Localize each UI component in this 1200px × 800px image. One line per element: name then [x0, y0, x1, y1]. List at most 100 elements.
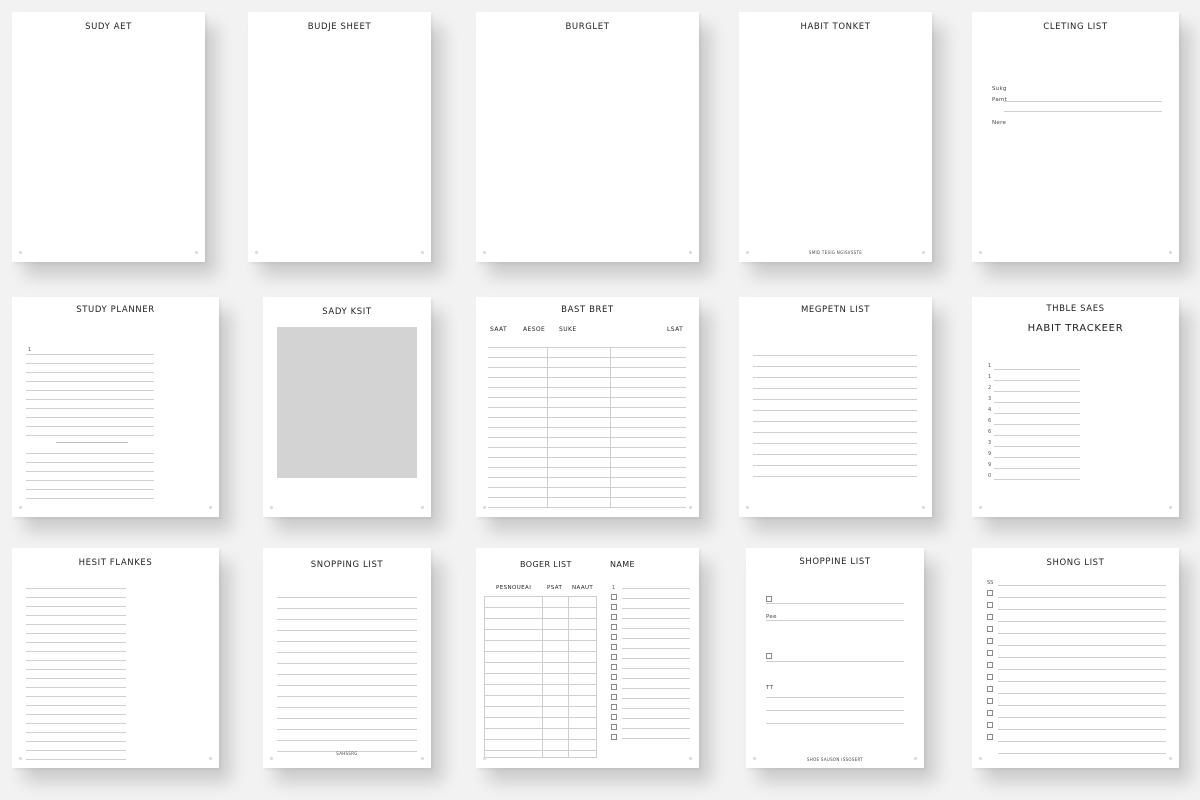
- sheet-footer: SMID TESIG NGISVSSTE: [808, 250, 863, 255]
- ruled-lines: [26, 354, 154, 436]
- sheet-title: HESIT FLANKES: [78, 558, 153, 568]
- checkbox[interactable]: [611, 674, 617, 680]
- checkbox[interactable]: [987, 674, 993, 680]
- corner-mark: [922, 251, 925, 254]
- row-number: 1: [988, 363, 992, 369]
- sheet-snopping-list[interactable]: SNOPPING LIST SAHSSRG: [263, 548, 431, 768]
- sheet-title: SHONG LIST: [1046, 558, 1105, 568]
- row-number: 9: [988, 451, 992, 457]
- sheet-title: SADY KSIT: [322, 307, 372, 317]
- sheet-study-planner[interactable]: STUDY PLANNER 1: [12, 297, 219, 517]
- column-header: SUKE: [559, 326, 577, 333]
- sheet-title: CLETING LIST: [1043, 22, 1108, 32]
- checkbox[interactable]: [611, 634, 617, 640]
- corner-mark: [421, 757, 424, 760]
- field-label: Nere: [992, 120, 1007, 126]
- checkbox[interactable]: [611, 604, 617, 610]
- checkbox[interactable]: [987, 710, 993, 716]
- photo-placeholder: [277, 327, 417, 478]
- checkbox[interactable]: [611, 614, 617, 620]
- checkbox[interactable]: [611, 664, 617, 670]
- checkbox[interactable]: [611, 734, 617, 740]
- checkbox[interactable]: [987, 650, 993, 656]
- field-label: Sukg: [992, 86, 1007, 92]
- row-number: 3: [988, 440, 992, 446]
- column-header: LSAT: [667, 326, 684, 333]
- checkbox[interactable]: [611, 694, 617, 700]
- sheet-habit-trackeer[interactable]: THBLE SAES HABIT TRACKEER 1 1 2 3 4 6 6 …: [972, 297, 1179, 517]
- sheet-title: BUDJE SHEET: [307, 22, 372, 32]
- sheet-shoppine-list[interactable]: SHOPPINE LIST Pee TT SHOE SAUSON ISSOSER…: [746, 548, 924, 768]
- corner-mark: [746, 506, 749, 509]
- checkbox[interactable]: [611, 684, 617, 690]
- sheet-cleting-list[interactable]: CLETING LIST Sukg Pamt Nere: [972, 12, 1179, 262]
- sheet-bast-bret[interactable]: BAST BRET SAAT AESOE SUKE LSAT: [476, 297, 699, 517]
- sheet-title: MEGPETN LIST: [800, 305, 871, 315]
- sheet-boger-list[interactable]: BOGER LIST NAME PESNOUEAI PSAT NAAUT 1: [476, 548, 699, 768]
- sheet-footer: SAHSSRG: [336, 751, 358, 756]
- checkbox[interactable]: [611, 594, 617, 600]
- sheet-burglet[interactable]: BURGLET: [476, 12, 699, 262]
- checklist-lines: [998, 585, 1166, 754]
- corner-mark: [19, 251, 22, 254]
- corner-mark: [19, 506, 22, 509]
- checkbox[interactable]: [611, 654, 617, 660]
- checkbox[interactable]: [987, 602, 993, 608]
- checkbox[interactable]: [987, 662, 993, 668]
- checkbox[interactable]: [611, 624, 617, 630]
- field-lines: [766, 697, 904, 724]
- checkbox[interactable]: [766, 596, 772, 602]
- corner-mark: [753, 757, 756, 760]
- row-number: 0: [988, 473, 992, 479]
- corner-mark: [483, 506, 486, 509]
- checkbox[interactable]: [611, 714, 617, 720]
- corner-mark: [689, 251, 692, 254]
- ruled-lines: [26, 588, 126, 760]
- checkbox[interactable]: [987, 698, 993, 704]
- corner-mark: [483, 251, 486, 254]
- checkbox[interactable]: [611, 724, 617, 730]
- checkbox[interactable]: [611, 644, 617, 650]
- sheet-budje-sheet[interactable]: BUDJE SHEET: [248, 12, 431, 262]
- sheet-sady-ksit[interactable]: SADY KSIT: [263, 297, 431, 517]
- row-number: 9: [988, 462, 992, 468]
- field-line: [766, 620, 904, 621]
- sheet-shong-list[interactable]: SHONG LIST SS: [972, 548, 1179, 768]
- list-marker: 1: [612, 585, 616, 591]
- checkbox[interactable]: [987, 626, 993, 632]
- corner-mark: [195, 251, 198, 254]
- checkbox[interactable]: [987, 686, 993, 692]
- sheet-title: SUDY AET: [85, 22, 132, 32]
- sheet-hesit-flankes[interactable]: HESIT FLANKES: [12, 548, 219, 768]
- corner-mark: [255, 251, 258, 254]
- row-number: 6: [988, 429, 992, 435]
- sheet-footer: SHOE SAUSON ISSOSERT: [806, 757, 864, 762]
- checkbox[interactable]: [987, 614, 993, 620]
- ruled-lines: [277, 597, 417, 752]
- sheet-habit-tonket[interactable]: HABIT TONKET SMID TESIG NGISVSSTE: [739, 12, 932, 262]
- sheet-megpetn-list[interactable]: MEGPETN LIST: [739, 297, 932, 517]
- corner-mark: [922, 506, 925, 509]
- sheet-title-right: NAME: [610, 560, 636, 569]
- checkbox[interactable]: [987, 734, 993, 740]
- column-header: SAAT: [490, 326, 508, 333]
- checklist-lines: [622, 588, 690, 739]
- column-header: PESNOUEAI: [496, 585, 532, 591]
- corner-mark: [483, 757, 486, 760]
- ruled-lines: [994, 369, 1080, 480]
- column-header: PSAT: [547, 585, 563, 591]
- corner-mark: [270, 757, 273, 760]
- corner-mark: [689, 506, 692, 509]
- corner-mark: [209, 506, 212, 509]
- checkbox[interactable]: [987, 722, 993, 728]
- checkbox[interactable]: [611, 704, 617, 710]
- sheet-title: BURGLET: [565, 22, 610, 32]
- sheet-sudy-aet[interactable]: SUDY AET: [12, 12, 205, 262]
- checkbox[interactable]: [987, 590, 993, 596]
- checkbox[interactable]: [987, 638, 993, 644]
- corner-mark: [1169, 506, 1172, 509]
- checkbox[interactable]: [766, 653, 772, 659]
- table-rows: [484, 607, 597, 751]
- sheet-title: BOGER LIST: [520, 560, 572, 569]
- row-number: 6: [988, 418, 992, 424]
